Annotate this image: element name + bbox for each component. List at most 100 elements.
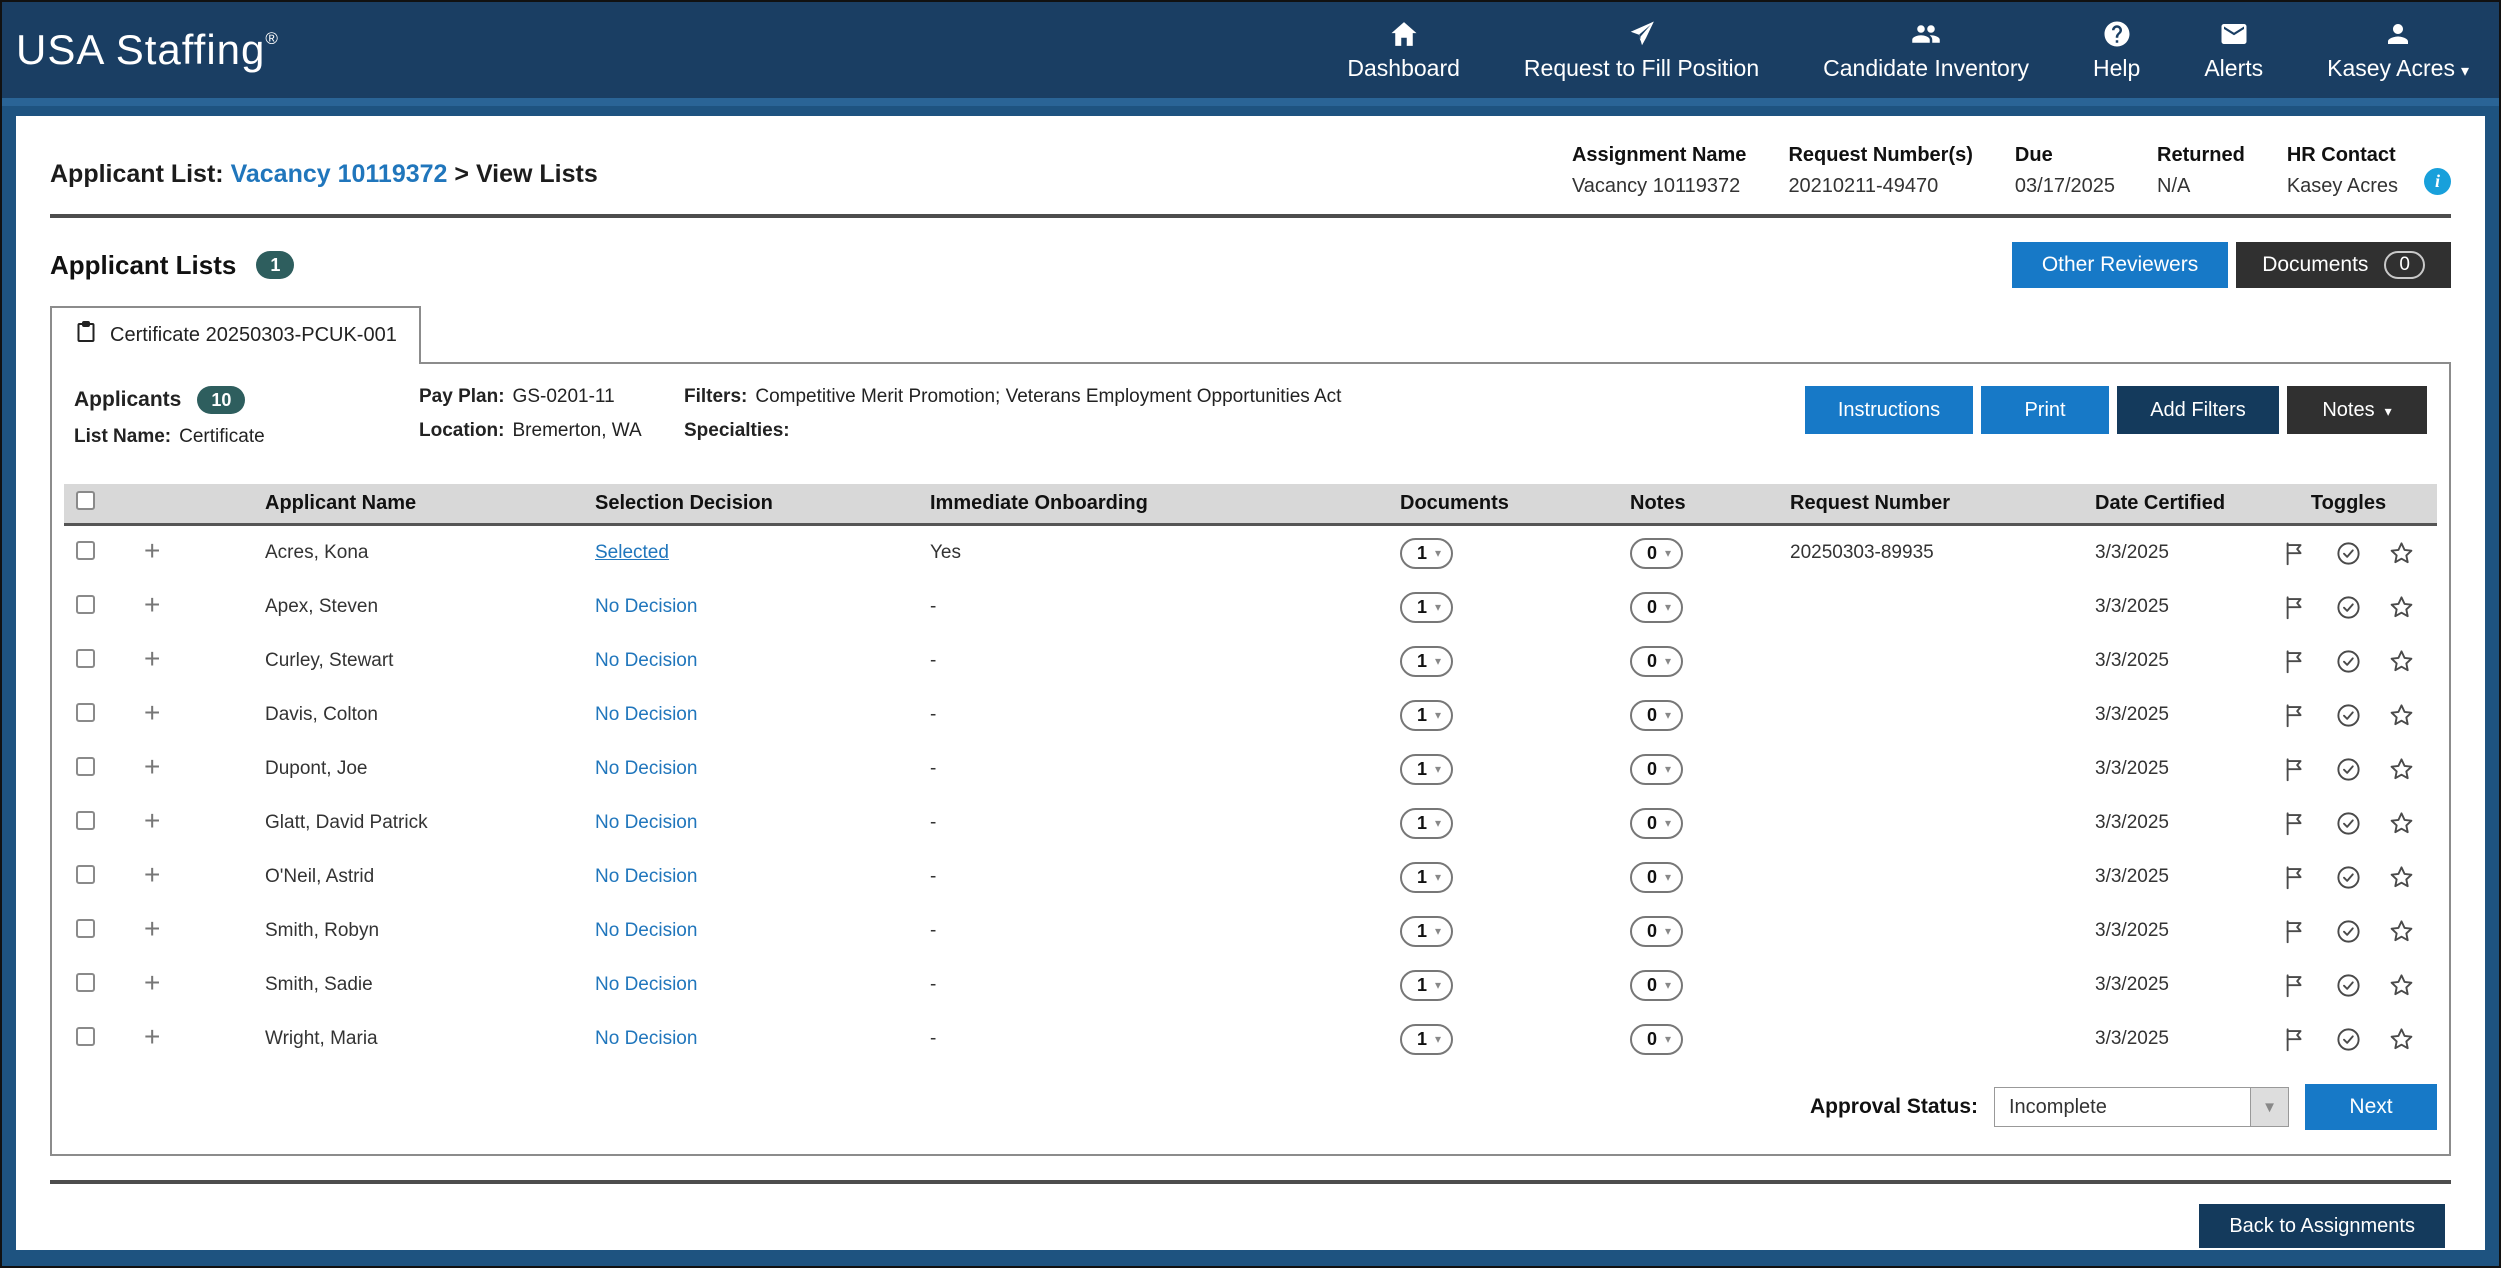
flag-toggle-icon[interactable] <box>2282 972 2309 999</box>
documents-dropdown[interactable]: 1▾ <box>1400 1024 1453 1055</box>
nav-alerts[interactable]: Alerts <box>2204 19 2263 82</box>
check-circle-toggle-icon[interactable] <box>2335 918 2362 945</box>
notes-dropdown[interactable]: 0▾ <box>1630 916 1683 947</box>
selection-decision-link[interactable]: No Decision <box>595 704 697 725</box>
expand-row-icon[interactable]: + <box>144 805 160 836</box>
other-reviewers-button[interactable]: Other Reviewers <box>2012 242 2228 288</box>
selection-decision-link[interactable]: No Decision <box>595 812 697 833</box>
star-toggle-icon[interactable] <box>2388 972 2415 999</box>
flag-toggle-icon[interactable] <box>2282 810 2309 837</box>
row-checkbox[interactable] <box>76 757 95 776</box>
notes-dropdown[interactable]: 0▾ <box>1630 808 1683 839</box>
check-circle-toggle-icon[interactable] <box>2335 594 2362 621</box>
vacancy-link[interactable]: Vacancy 10119372 <box>231 160 448 188</box>
add-filters-button[interactable]: Add Filters <box>2117 386 2279 434</box>
documents-dropdown[interactable]: 1▾ <box>1400 754 1453 785</box>
flag-toggle-icon[interactable] <box>2282 918 2309 945</box>
expand-row-icon[interactable]: + <box>144 751 160 782</box>
star-toggle-icon[interactable] <box>2388 864 2415 891</box>
nav-candidate-inventory[interactable]: Candidate Inventory <box>1823 19 2029 82</box>
expand-row-icon[interactable]: + <box>144 643 160 674</box>
check-circle-toggle-icon[interactable] <box>2335 810 2362 837</box>
documents-dropdown[interactable]: 1▾ <box>1400 700 1453 731</box>
flag-toggle-icon[interactable] <box>2282 648 2309 675</box>
expand-row-icon[interactable]: + <box>144 697 160 728</box>
star-toggle-icon[interactable] <box>2388 648 2415 675</box>
documents-dropdown[interactable]: 1▾ <box>1400 862 1453 893</box>
documents-dropdown[interactable]: 1▾ <box>1400 646 1453 677</box>
next-button[interactable]: Next <box>2305 1084 2437 1130</box>
notes-dropdown[interactable]: 0▾ <box>1630 700 1683 731</box>
certificate-tab[interactable]: Certificate 20250303-PCUK-001 <box>50 306 421 364</box>
selection-decision-link[interactable]: No Decision <box>595 650 697 671</box>
nav-user-menu[interactable]: Kasey Acres▾ <box>2327 19 2469 82</box>
expand-row-icon[interactable]: + <box>144 589 160 620</box>
nav-request-to-fill-position[interactable]: Request to Fill Position <box>1524 19 1759 82</box>
flag-toggle-icon[interactable] <box>2282 594 2309 621</box>
nav-help[interactable]: Help <box>2093 19 2140 82</box>
selection-decision-link[interactable]: No Decision <box>595 974 697 995</box>
notes-dropdown[interactable]: 0▾ <box>1630 970 1683 1001</box>
notes-dropdown[interactable]: 0▾ <box>1630 538 1683 569</box>
documents-dropdown[interactable]: 1▾ <box>1400 808 1453 839</box>
notes-button[interactable]: Notes▾ <box>2287 386 2427 434</box>
documents-dropdown[interactable]: 1▾ <box>1400 592 1453 623</box>
row-checkbox[interactable] <box>76 973 95 992</box>
star-toggle-icon[interactable] <box>2388 918 2415 945</box>
selection-decision-link[interactable]: No Decision <box>595 1028 697 1049</box>
row-checkbox[interactable] <box>76 919 95 938</box>
info-icon[interactable]: i <box>2424 168 2451 195</box>
flag-toggle-icon[interactable] <box>2282 1026 2309 1053</box>
selection-decision-link[interactable]: No Decision <box>595 866 697 887</box>
check-circle-toggle-icon[interactable] <box>2335 540 2362 567</box>
notes-dropdown[interactable]: 0▾ <box>1630 862 1683 893</box>
flag-toggle-icon[interactable] <box>2282 864 2309 891</box>
nav-dashboard[interactable]: Dashboard <box>1347 19 1460 82</box>
check-circle-toggle-icon[interactable] <box>2335 864 2362 891</box>
star-toggle-icon[interactable] <box>2388 540 2415 567</box>
instructions-button[interactable]: Instructions <box>1805 386 1973 434</box>
back-to-assignments-button[interactable]: Back to Assignments <box>2199 1204 2445 1248</box>
check-circle-toggle-icon[interactable] <box>2335 702 2362 729</box>
selection-decision-link[interactable]: No Decision <box>595 758 697 779</box>
expand-row-icon[interactable]: + <box>144 967 160 998</box>
check-circle-toggle-icon[interactable] <box>2335 756 2362 783</box>
expand-row-icon[interactable]: + <box>144 1021 160 1052</box>
star-toggle-icon[interactable] <box>2388 702 2415 729</box>
row-checkbox[interactable] <box>76 649 95 668</box>
expand-row-icon[interactable]: + <box>144 535 160 566</box>
flag-toggle-icon[interactable] <box>2282 702 2309 729</box>
row-checkbox[interactable] <box>76 865 95 884</box>
notes-dropdown[interactable]: 0▾ <box>1630 754 1683 785</box>
row-checkbox[interactable] <box>76 595 95 614</box>
row-checkbox[interactable] <box>76 811 95 830</box>
print-button[interactable]: Print <box>1981 386 2109 434</box>
selection-decision-link[interactable]: No Decision <box>595 920 697 941</box>
flag-toggle-icon[interactable] <box>2282 540 2309 567</box>
notes-dropdown[interactable]: 0▾ <box>1630 592 1683 623</box>
row-checkbox[interactable] <box>76 1027 95 1046</box>
row-checkbox[interactable] <box>76 703 95 722</box>
star-toggle-icon[interactable] <box>2388 1026 2415 1053</box>
documents-button[interactable]: Documents 0 <box>2236 242 2451 288</box>
notes-dropdown[interactable]: 0▾ <box>1630 646 1683 677</box>
row-checkbox[interactable] <box>76 541 95 560</box>
selection-decision-link[interactable]: Selected <box>595 542 669 563</box>
check-circle-toggle-icon[interactable] <box>2335 972 2362 999</box>
documents-dropdown[interactable]: 1▾ <box>1400 538 1453 569</box>
star-toggle-icon[interactable] <box>2388 810 2415 837</box>
star-toggle-icon[interactable] <box>2388 594 2415 621</box>
documents-dropdown[interactable]: 1▾ <box>1400 970 1453 1001</box>
select-all-checkbox[interactable] <box>76 491 95 510</box>
notes-dropdown[interactable]: 0▾ <box>1630 1024 1683 1055</box>
check-circle-toggle-icon[interactable] <box>2335 648 2362 675</box>
star-toggle-icon[interactable] <box>2388 756 2415 783</box>
documents-dropdown[interactable]: 1▾ <box>1400 916 1453 947</box>
check-circle-toggle-icon[interactable] <box>2335 1026 2362 1053</box>
expand-row-icon[interactable]: + <box>144 859 160 890</box>
selection-decision-link[interactable]: No Decision <box>595 596 697 617</box>
approval-status-select[interactable]: Incomplete ▼ <box>1994 1087 2289 1127</box>
date-certified-value: 3/3/2025 <box>2060 596 2260 618</box>
flag-toggle-icon[interactable] <box>2282 756 2309 783</box>
expand-row-icon[interactable]: + <box>144 913 160 944</box>
